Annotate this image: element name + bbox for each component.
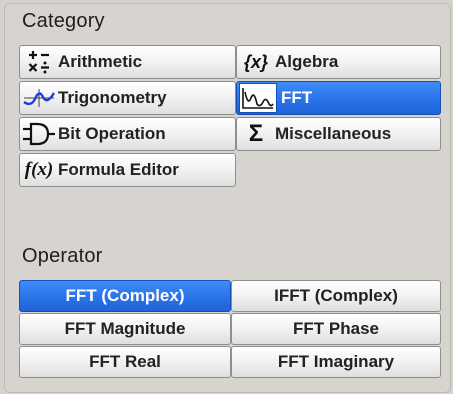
operator-fft-phase-label: FFT Phase: [293, 319, 379, 338]
algebra-icon: {x}: [243, 51, 269, 72]
operator-fft-magnitude-label: FFT Magnitude: [64, 319, 186, 338]
operator-ifft-complex-label: IFFT (Complex): [274, 286, 398, 305]
category-formula-editor-label: Formula Editor: [58, 160, 179, 179]
operator-fft-complex-button[interactable]: FFT (Complex): [19, 280, 231, 312]
operator-fft-real-button[interactable]: FFT Real: [19, 346, 231, 378]
operator-fft-imaginary-label: FFT Imaginary: [277, 352, 395, 371]
category-algebra-label: Algebra: [275, 52, 339, 71]
operator-fft-magnitude-button[interactable]: FFT Magnitude: [19, 313, 231, 345]
category-miscellaneous-button[interactable]: Σ Miscellaneous: [236, 117, 441, 151]
category-trigonometry-label: Trigonometry: [58, 88, 167, 107]
trigonometry-icon: [20, 87, 58, 109]
category-trigonometry-button[interactable]: Trigonometry: [19, 81, 236, 115]
operator-title: Operator: [22, 245, 103, 267]
operator-fft-imaginary-button[interactable]: FFT Imaginary: [231, 346, 441, 378]
category-arithmetic-label: Arithmetic: [58, 52, 143, 71]
operator-fft-phase-button[interactable]: FFT Phase: [231, 313, 441, 345]
category-arithmetic-button[interactable]: Arithmetic: [19, 45, 236, 79]
operator-ifft-complex-button[interactable]: IFFT (Complex): [231, 280, 441, 312]
operator-fft-complex-label: FFT (Complex): [65, 286, 185, 305]
category-bit-operation-label: Bit Operation: [58, 124, 166, 143]
arithmetic-icon: [20, 49, 58, 75]
category-fft-button[interactable]: FFT: [236, 81, 441, 115]
category-bit-operation-button[interactable]: Bit Operation: [19, 117, 236, 151]
formula-editor-icon: f(x): [24, 159, 54, 180]
category-formula-editor-button[interactable]: f(x) Formula Editor: [19, 153, 236, 187]
category-algebra-button[interactable]: {x} Algebra: [236, 45, 441, 79]
sigma-icon: Σ: [248, 120, 264, 147]
bit-operation-icon: [20, 122, 58, 146]
category-miscellaneous-label: Miscellaneous: [275, 124, 392, 143]
fft-icon: [239, 83, 277, 113]
category-title: Category: [22, 10, 105, 32]
category-fft-label: FFT: [281, 88, 313, 107]
operator-fft-real-label: FFT Real: [89, 352, 161, 371]
